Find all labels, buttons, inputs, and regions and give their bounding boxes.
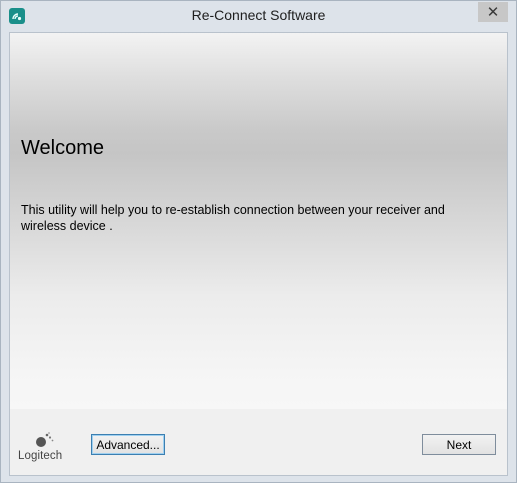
wizard-content: Welcome This utility will help you to re… bbox=[9, 32, 508, 476]
welcome-banner: Welcome This utility will help you to re… bbox=[10, 33, 507, 409]
advanced-button[interactable]: Advanced... bbox=[91, 434, 165, 455]
next-button[interactable]: Next bbox=[422, 434, 496, 455]
logo-wordmark: Logitech bbox=[18, 450, 63, 462]
welcome-heading: Welcome bbox=[21, 137, 104, 159]
close-button[interactable]: ✕ bbox=[478, 2, 508, 22]
window-title: Re-Connect Software bbox=[191, 7, 326, 23]
welcome-description: This utility will help you to re-establi… bbox=[21, 203, 445, 233]
title-bar[interactable]: Re-Connect Software ✕ bbox=[1, 1, 516, 32]
logitech-logo-icon bbox=[36, 432, 54, 447]
close-icon: ✕ bbox=[486, 3, 500, 21]
logitech-logo: Logitech bbox=[18, 431, 72, 465]
reconnect-window: Re-Connect Software ✕ Welcome This utili… bbox=[0, 0, 517, 483]
wizard-footer: Logitech Advanced... Next bbox=[10, 409, 507, 475]
